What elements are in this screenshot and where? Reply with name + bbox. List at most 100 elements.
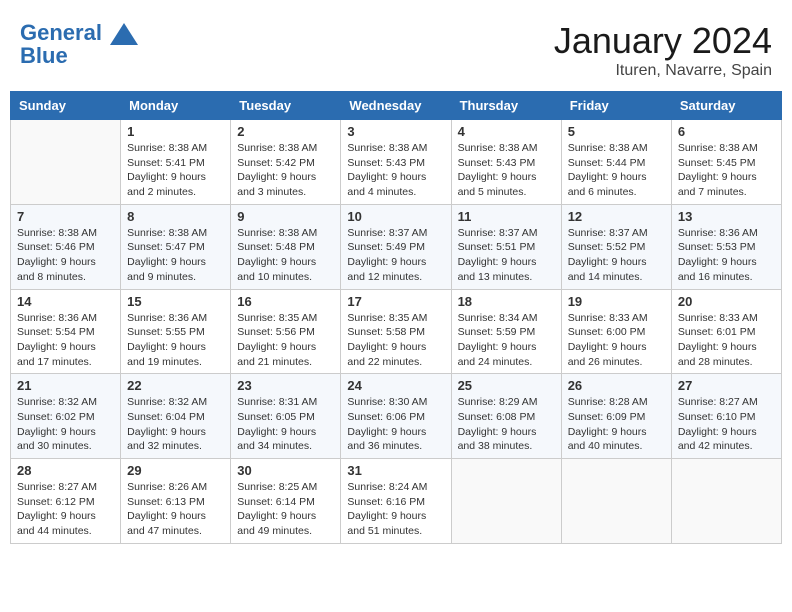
day-number: 11 <box>458 209 555 224</box>
day-number: 24 <box>347 378 444 393</box>
calendar-cell: 30 Sunrise: 8:25 AM Sunset: 6:14 PM Dayli… <box>231 459 341 544</box>
day-info: Sunrise: 8:26 AM Sunset: 6:13 PM Dayligh… <box>127 480 224 539</box>
day-info: Sunrise: 8:34 AM Sunset: 5:59 PM Dayligh… <box>458 311 555 370</box>
calendar-cell: 1Sunrise: 8:38 AM Sunset: 5:41 PM Daylig… <box>121 120 231 205</box>
day-info: Sunrise: 8:38 AM Sunset: 5:47 PM Dayligh… <box>127 226 224 285</box>
day-info: Sunrise: 8:36 AM Sunset: 5:53 PM Dayligh… <box>678 226 775 285</box>
day-number: 12 <box>568 209 665 224</box>
calendar-cell: 26Sunrise: 8:28 AM Sunset: 6:09 PM Dayli… <box>561 374 671 459</box>
day-number: 10 <box>347 209 444 224</box>
calendar-cell: 21 Sunrise: 8:32 AM Sunset: 6:02 PM Dayli… <box>11 374 121 459</box>
location-title: Ituren, Navarre, Spain <box>554 62 772 80</box>
day-number: 4 <box>458 124 555 139</box>
day-number: 19 <box>568 294 665 309</box>
logo: General Blue <box>20 20 138 67</box>
calendar-cell: 4 Sunrise: 8:38 AM Sunset: 5:43 PM Daylig… <box>451 120 561 205</box>
calendar-cell: 3 Sunrise: 8:38 AM Sunset: 5:43 PM Daylig… <box>341 120 451 205</box>
weekday-header-sunday: Sunday <box>11 92 121 120</box>
calendar-cell: 9 Sunrise: 8:38 AM Sunset: 5:48 PM Daylig… <box>231 204 341 289</box>
day-number: 9 <box>237 209 334 224</box>
calendar-cell: 11 Sunrise: 8:37 AM Sunset: 5:51 PM Dayli… <box>451 204 561 289</box>
day-number: 13 <box>678 209 775 224</box>
day-info: Sunrise: 8:37 AM Sunset: 5:51 PM Dayligh… <box>458 226 555 285</box>
day-number: 15 <box>127 294 224 309</box>
day-info: Sunrise: 8:35 AM Sunset: 5:56 PM Dayligh… <box>237 311 334 370</box>
calendar-week-2: 7 Sunrise: 8:38 AM Sunset: 5:46 PM Daylig… <box>11 204 782 289</box>
weekday-header-saturday: Saturday <box>671 92 781 120</box>
day-number: 28 <box>17 463 114 478</box>
day-info: Sunrise: 8:38 AM Sunset: 5:46 PM Dayligh… <box>17 226 114 285</box>
day-info: Sunrise: 8:38 AM Sunset: 5:42 PM Dayligh… <box>237 141 334 200</box>
page-header: General Blue January 2024 Ituren, Navarr… <box>10 10 782 85</box>
calendar-cell: 22Sunrise: 8:32 AM Sunset: 6:04 PM Dayli… <box>121 374 231 459</box>
day-info: Sunrise: 8:32 AM Sunset: 6:02 PM Dayligh… <box>17 395 114 454</box>
calendar-cell: 12 Sunrise: 8:37 AM Sunset: 5:52 PM Dayli… <box>561 204 671 289</box>
calendar-body: 1Sunrise: 8:38 AM Sunset: 5:41 PM Daylig… <box>11 120 782 544</box>
month-title: January 2024 <box>554 20 772 62</box>
calendar-cell: 7 Sunrise: 8:38 AM Sunset: 5:46 PM Daylig… <box>11 204 121 289</box>
day-number: 20 <box>678 294 775 309</box>
day-info: Sunrise: 8:38 AM Sunset: 5:48 PM Dayligh… <box>237 226 334 285</box>
calendar-cell: 25 Sunrise: 8:29 AM Sunset: 6:08 PM Dayli… <box>451 374 561 459</box>
day-info: Sunrise: 8:38 AM Sunset: 5:44 PM Dayligh… <box>568 141 665 200</box>
day-info: Sunrise: 8:36 AM Sunset: 5:55 PM Dayligh… <box>127 311 224 370</box>
day-info: Sunrise: 8:27 AM Sunset: 6:10 PM Dayligh… <box>678 395 775 454</box>
calendar-cell: 16 Sunrise: 8:35 AM Sunset: 5:56 PM Dayli… <box>231 289 341 374</box>
day-number: 14 <box>17 294 114 309</box>
weekday-header-thursday: Thursday <box>451 92 561 120</box>
logo-text: General <box>20 20 138 45</box>
day-info: Sunrise: 8:38 AM Sunset: 5:45 PM Dayligh… <box>678 141 775 200</box>
day-info: Sunrise: 8:33 AM Sunset: 6:00 PM Dayligh… <box>568 311 665 370</box>
day-number: 30 <box>237 463 334 478</box>
calendar-cell: 24 Sunrise: 8:30 AM Sunset: 6:06 PM Dayli… <box>341 374 451 459</box>
day-info: Sunrise: 8:37 AM Sunset: 5:52 PM Dayligh… <box>568 226 665 285</box>
day-info: Sunrise: 8:37 AM Sunset: 5:49 PM Dayligh… <box>347 226 444 285</box>
day-number: 16 <box>237 294 334 309</box>
calendar-cell: 2Sunrise: 8:38 AM Sunset: 5:42 PM Daylig… <box>231 120 341 205</box>
calendar-cell: 18 Sunrise: 8:34 AM Sunset: 5:59 PM Dayli… <box>451 289 561 374</box>
title-block: January 2024 Ituren, Navarre, Spain <box>554 20 772 80</box>
calendar-cell: 15 Sunrise: 8:36 AM Sunset: 5:55 PM Dayli… <box>121 289 231 374</box>
calendar-cell: 19 Sunrise: 8:33 AM Sunset: 6:00 PM Dayli… <box>561 289 671 374</box>
calendar-cell: 13 Sunrise: 8:36 AM Sunset: 5:53 PM Dayli… <box>671 204 781 289</box>
day-number: 21 <box>17 378 114 393</box>
calendar-cell: 14Sunrise: 8:36 AM Sunset: 5:54 PM Dayli… <box>11 289 121 374</box>
day-info: Sunrise: 8:30 AM Sunset: 6:06 PM Dayligh… <box>347 395 444 454</box>
day-info: Sunrise: 8:38 AM Sunset: 5:43 PM Dayligh… <box>458 141 555 200</box>
day-number: 25 <box>458 378 555 393</box>
day-info: Sunrise: 8:35 AM Sunset: 5:58 PM Dayligh… <box>347 311 444 370</box>
weekday-header-wednesday: Wednesday <box>341 92 451 120</box>
day-number: 27 <box>678 378 775 393</box>
calendar-cell: 8 Sunrise: 8:38 AM Sunset: 5:47 PM Daylig… <box>121 204 231 289</box>
day-number: 23 <box>237 378 334 393</box>
day-info: Sunrise: 8:38 AM Sunset: 5:41 PM Dayligh… <box>127 141 224 200</box>
day-number: 29 <box>127 463 224 478</box>
day-number: 5 <box>568 124 665 139</box>
logo-icon <box>110 23 138 45</box>
day-info: Sunrise: 8:28 AM Sunset: 6:09 PM Dayligh… <box>568 395 665 454</box>
weekday-header-monday: Monday <box>121 92 231 120</box>
day-info: Sunrise: 8:24 AM Sunset: 6:16 PM Dayligh… <box>347 480 444 539</box>
logo-blue: Blue <box>20 45 138 67</box>
calendar-cell: 29 Sunrise: 8:26 AM Sunset: 6:13 PM Dayli… <box>121 459 231 544</box>
day-number: 6 <box>678 124 775 139</box>
day-number: 22 <box>127 378 224 393</box>
day-number: 8 <box>127 209 224 224</box>
calendar-table: SundayMondayTuesdayWednesdayThursdayFrid… <box>10 91 782 544</box>
day-number: 3 <box>347 124 444 139</box>
day-info: Sunrise: 8:25 AM Sunset: 6:14 PM Dayligh… <box>237 480 334 539</box>
day-info: Sunrise: 8:29 AM Sunset: 6:08 PM Dayligh… <box>458 395 555 454</box>
day-number: 18 <box>458 294 555 309</box>
day-number: 7 <box>17 209 114 224</box>
calendar-cell: 28 Sunrise: 8:27 AM Sunset: 6:12 PM Dayli… <box>11 459 121 544</box>
calendar-cell: 27 Sunrise: 8:27 AM Sunset: 6:10 PM Dayli… <box>671 374 781 459</box>
day-info: Sunrise: 8:33 AM Sunset: 6:01 PM Dayligh… <box>678 311 775 370</box>
day-info: Sunrise: 8:38 AM Sunset: 5:43 PM Dayligh… <box>347 141 444 200</box>
calendar-cell: 10 Sunrise: 8:37 AM Sunset: 5:49 PM Dayli… <box>341 204 451 289</box>
calendar-week-5: 28 Sunrise: 8:27 AM Sunset: 6:12 PM Dayli… <box>11 459 782 544</box>
day-info: Sunrise: 8:27 AM Sunset: 6:12 PM Dayligh… <box>17 480 114 539</box>
calendar-cell: 23Sunrise: 8:31 AM Sunset: 6:05 PM Dayli… <box>231 374 341 459</box>
calendar-cell: 6 Sunrise: 8:38 AM Sunset: 5:45 PM Daylig… <box>671 120 781 205</box>
weekday-header-tuesday: Tuesday <box>231 92 341 120</box>
day-number: 31 <box>347 463 444 478</box>
